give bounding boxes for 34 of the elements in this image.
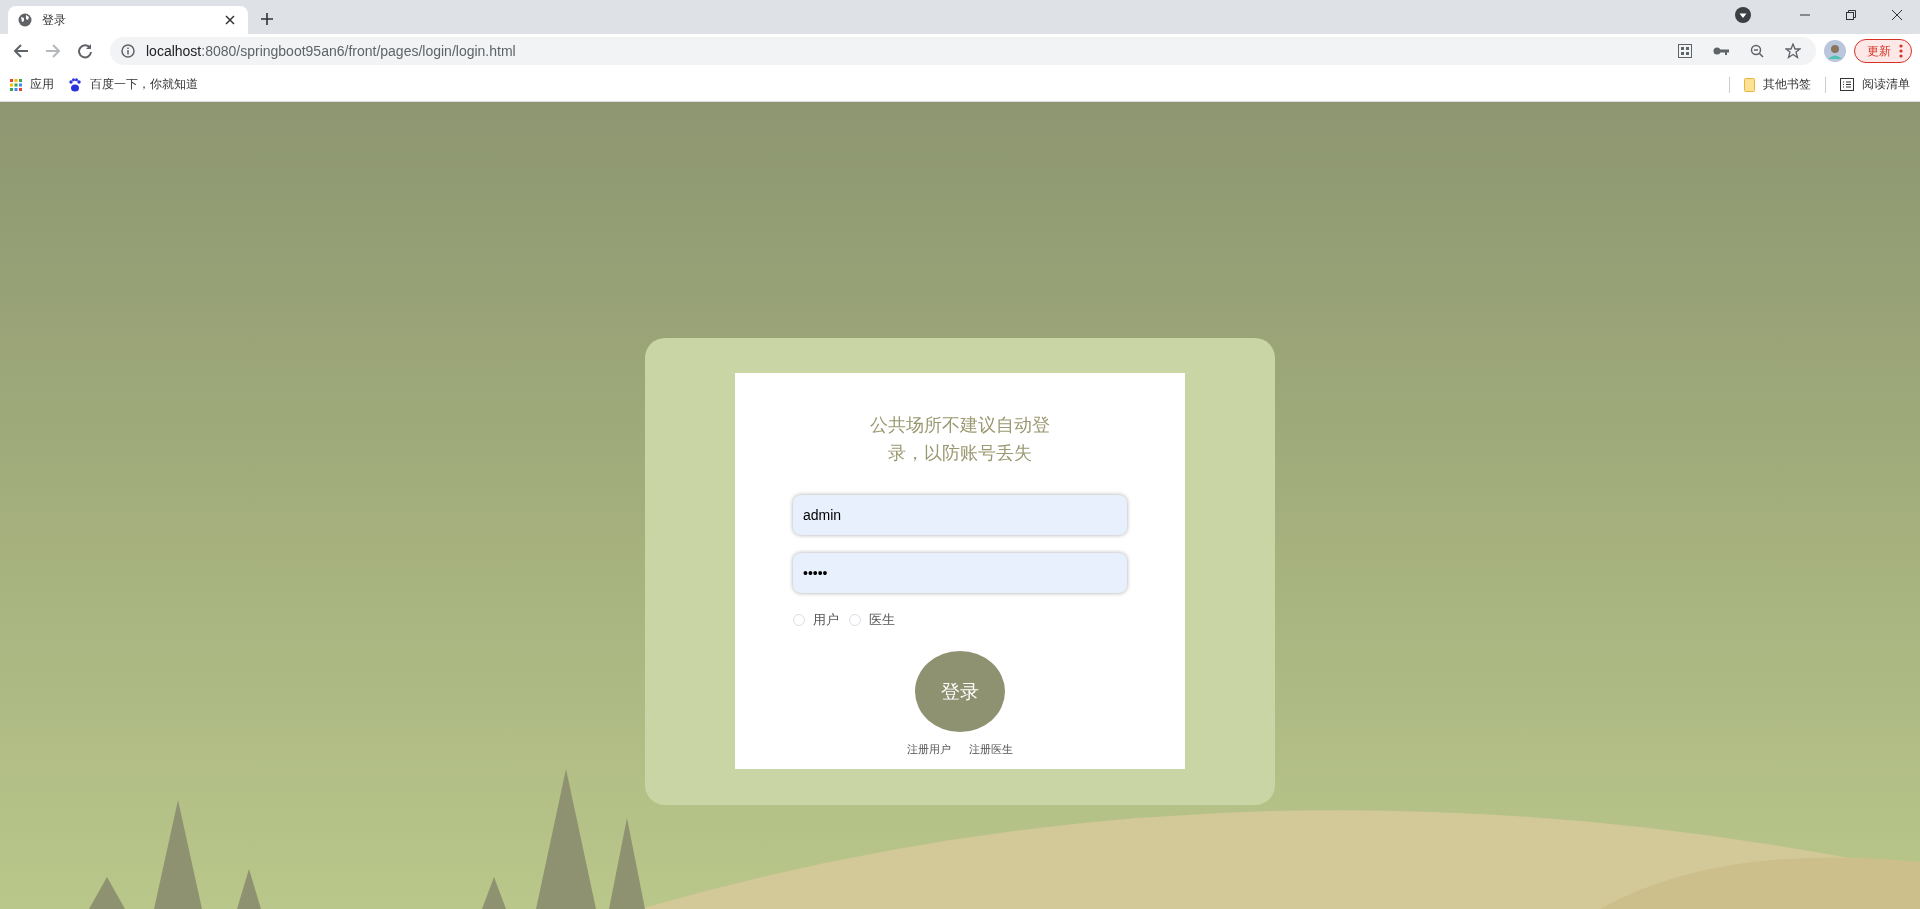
browser-tab[interactable]: 登录 [8,6,248,34]
avatar-icon[interactable] [1822,38,1848,64]
restore-icon [1845,9,1857,21]
register-link[interactable]: 注册医生 [969,742,1013,757]
login-notice: 公共场所不建议自动登录，以防账号丢失 [870,414,1050,465]
reload-icon [77,43,93,59]
username-field[interactable]: admin [793,495,1127,535]
arrow-left-icon [13,43,29,59]
radio-label[interactable]: 用户 [813,611,839,629]
radio-label[interactable]: 医生 [869,611,895,629]
bookmark-item[interactable]: 应用 [10,76,54,93]
url-text: localhost:8080/springboot95an6/front/pages/login/login.html [146,43,517,59]
plus-icon [261,13,273,25]
radio-button[interactable] [849,614,861,626]
bookmark-item[interactable]: 其他书签 [1744,76,1811,93]
apps-grid-icon [10,78,22,91]
update-button[interactable]: 更新 [1854,39,1912,63]
tree [482,877,506,909]
tree [89,877,125,909]
caret-down-icon [1735,7,1751,23]
paw-icon [68,77,82,92]
bookmark-item[interactable]: 阅读清单 [1840,76,1910,93]
bookmark-item[interactable]: 百度一下，你就知道 [68,76,198,93]
tree [237,869,261,909]
list-icon [1840,78,1854,91]
more-dots-icon [1899,44,1903,58]
arrow-right-icon [45,43,61,59]
globe-icon [18,13,32,27]
register-link[interactable]: 注册用户 [907,742,951,757]
address-bar[interactable]: localhost:8080/springboot95an6/front/pages/login/login.html [110,37,1816,65]
radio-button[interactable] [793,614,805,626]
password-field[interactable]: ••••• [793,553,1127,593]
folder-icon [1744,77,1755,92]
close-icon [1891,9,1903,21]
